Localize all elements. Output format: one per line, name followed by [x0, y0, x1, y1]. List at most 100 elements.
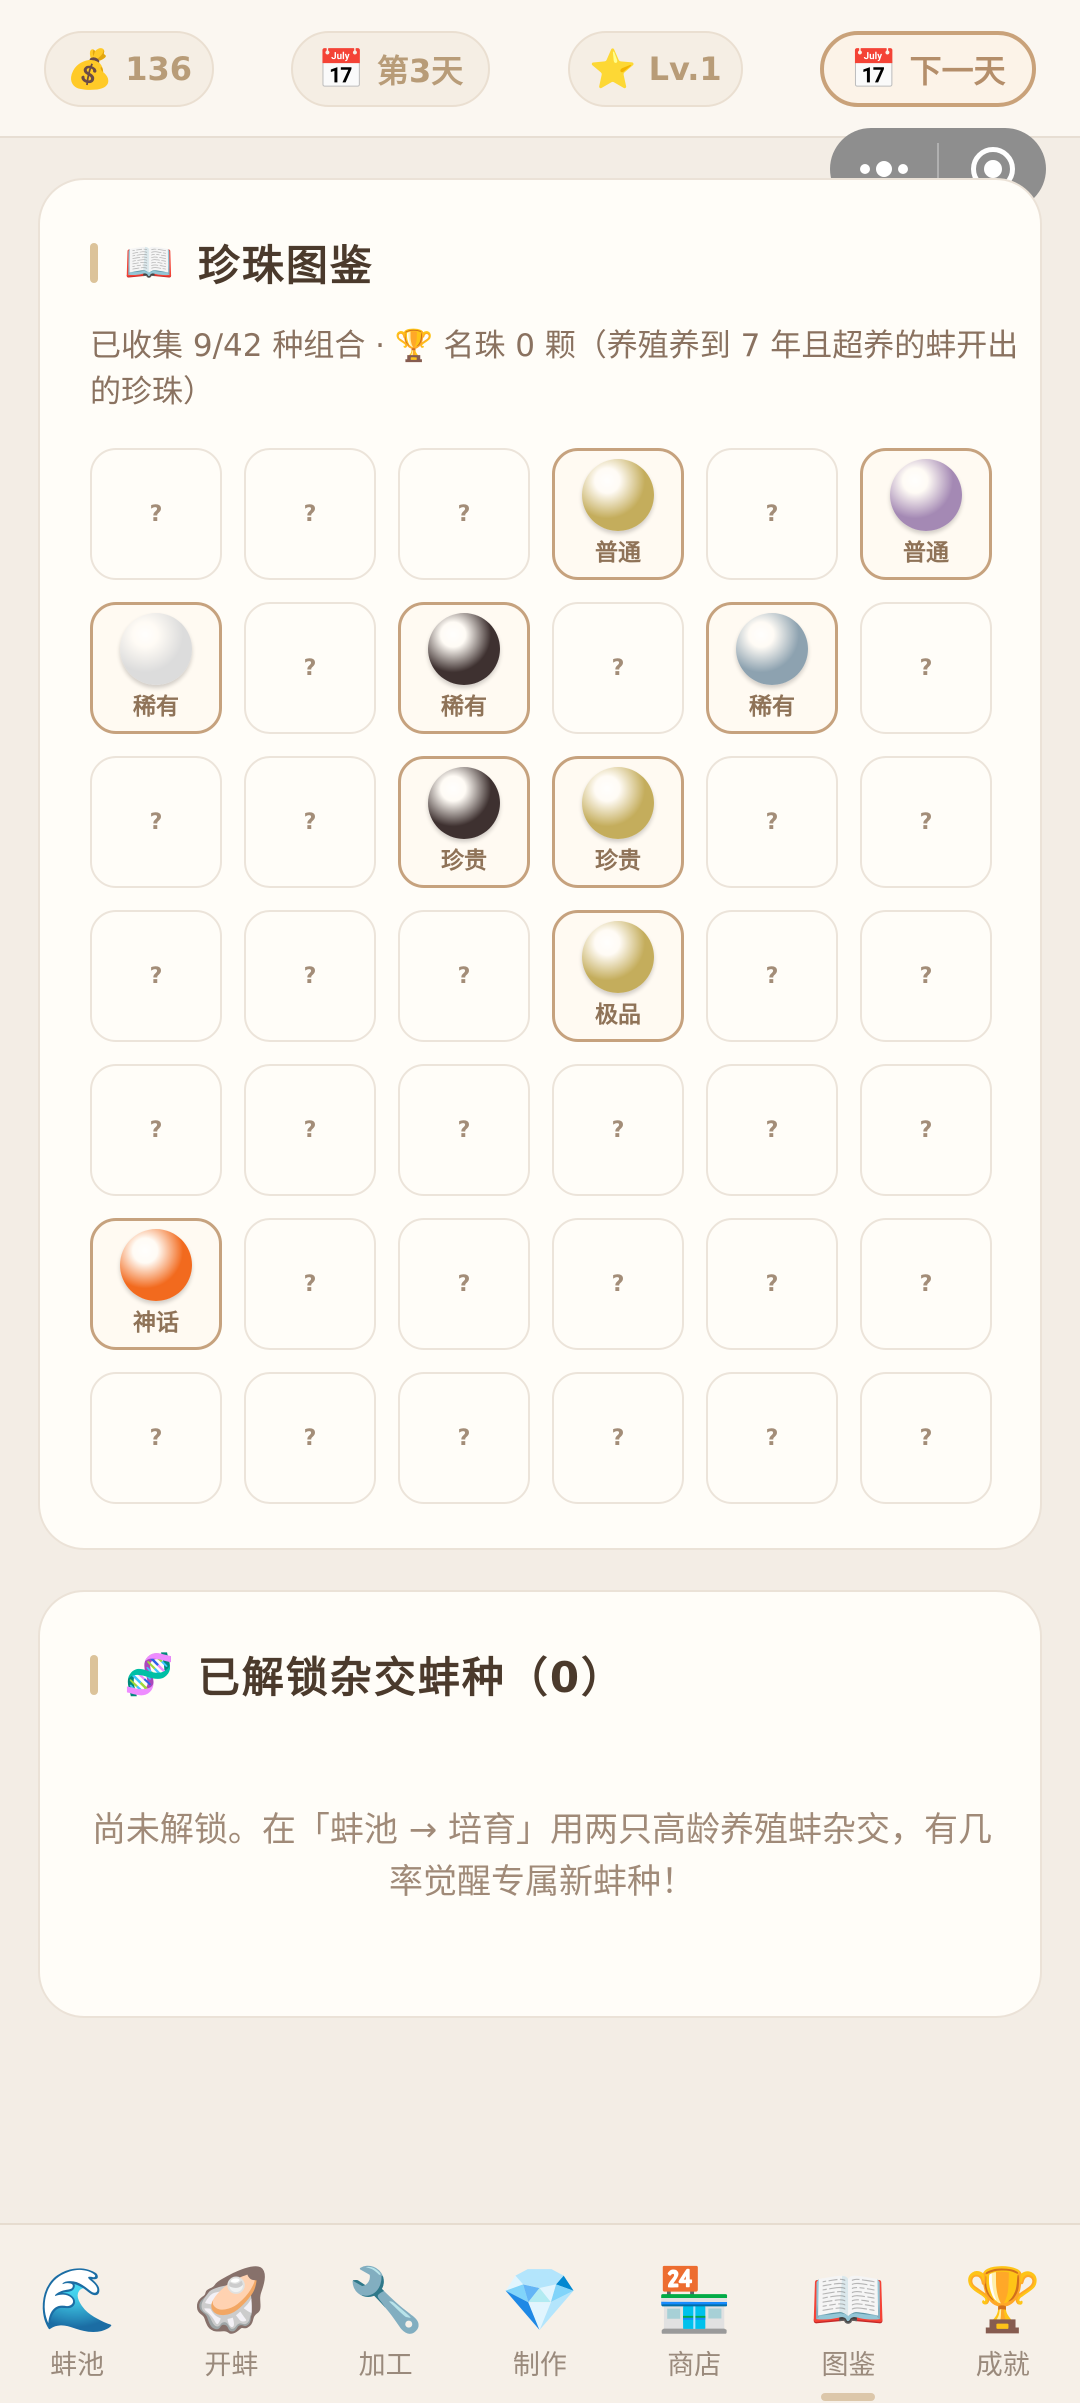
pearl-cell-unknown[interactable]: ? [90, 910, 222, 1042]
pearl-cell-unknown[interactable]: ? [552, 1218, 684, 1350]
level-value: Lv.1 [648, 50, 722, 88]
pearl-cell-unknown[interactable]: ? [90, 1372, 222, 1504]
pearl-cell-unknown[interactable]: ? [244, 602, 376, 734]
pearl-grade-label: 普通 [595, 540, 641, 566]
open-icon: 🦪 [192, 2263, 270, 2336]
unknown-mark: ? [149, 963, 163, 989]
pearl-cell-collected[interactable]: 稀有 [706, 602, 838, 734]
pearl-cell-unknown[interactable]: ? [552, 602, 684, 734]
unknown-mark: ? [149, 1425, 163, 1451]
unknown-mark: ? [765, 1117, 779, 1143]
nav-label: 开蚌 [204, 2350, 259, 2381]
pearl-cell-unknown[interactable]: ? [90, 756, 222, 888]
pearl-grade-label: 普通 [903, 540, 949, 566]
pearl-cell-unknown[interactable]: ? [398, 1218, 530, 1350]
pearl-book-title: 📖 珍珠图鉴 [90, 232, 374, 293]
hybrid-empty-message: 尚未解锁。在「蚌池 → 培育」用两只高龄养殖蚌杂交，有几率觉醒专属新蚌种！ [91, 1810, 993, 1902]
nav-item-achievements[interactable]: 🏆 成就 [926, 2225, 1080, 2403]
pearl-icon [736, 613, 808, 685]
unknown-mark: ? [765, 1425, 779, 1451]
pearl-cell-unknown[interactable]: ? [706, 1064, 838, 1196]
pearl-cell-unknown[interactable]: ? [860, 1064, 992, 1196]
pearl-grade-label: 稀有 [133, 694, 179, 720]
nav-item-shop[interactable]: 🏪 商店 [617, 2225, 771, 2403]
dna-icon: 🧬 [124, 1652, 176, 1698]
pearl-cell-unknown[interactable]: ? [398, 910, 530, 1042]
pearl-cell-unknown[interactable]: ? [860, 602, 992, 734]
pearl-cell-unknown[interactable]: ? [398, 1372, 530, 1504]
hybrid-title: 🧬 已解锁杂交蚌种（0） [90, 1644, 625, 1705]
pearl-cell-unknown[interactable]: ? [90, 1064, 222, 1196]
unknown-mark: ? [457, 1425, 471, 1451]
pearl-cell-collected[interactable]: 珍贵 [552, 756, 684, 888]
pearl-cell-unknown[interactable]: ? [706, 1372, 838, 1504]
pearl-book-card: 📖 珍珠图鉴 已收集 9/42 种组合 · 🏆 名珠 0 颗（养殖养到 7 年且… [38, 178, 1042, 1550]
nav-label: 成就 [975, 2350, 1030, 2381]
pearl-icon [428, 767, 500, 839]
pearl-cell-unknown[interactable]: ? [244, 1064, 376, 1196]
pearl-grade-label: 稀有 [749, 694, 795, 720]
pearl-cell-collected[interactable]: 普通 [860, 448, 992, 580]
achievements-icon: 🏆 [964, 2263, 1042, 2336]
unknown-mark: ? [457, 1271, 471, 1297]
unknown-mark: ? [765, 1271, 779, 1297]
unknown-mark: ? [765, 501, 779, 527]
unknown-mark: ? [303, 501, 317, 527]
top-bar: 💰 136 📅 第3天 ⭐ Lv.1 📅 下一天 [0, 0, 1080, 138]
pearl-cell-unknown[interactable]: ? [244, 756, 376, 888]
pearl-cell-unknown[interactable]: ? [244, 1218, 376, 1350]
nav-item-open[interactable]: 🦪 开蚌 [154, 2225, 308, 2403]
pearl-cell-unknown[interactable]: ? [244, 910, 376, 1042]
nav-label: 加工 [358, 2350, 413, 2381]
pearl-cell-collected[interactable]: 极品 [552, 910, 684, 1042]
pearl-cell-unknown[interactable]: ? [90, 448, 222, 580]
calendar-icon: 📅 [850, 46, 898, 91]
pearl-cell-unknown[interactable]: ? [860, 756, 992, 888]
bottom-nav: 🌊 蚌池 🦪 开蚌 🔧 加工 💎 制作 🏪 商店 📖 图鉴 🏆 成就 [0, 2223, 1080, 2403]
pearl-cell-unknown[interactable]: ? [244, 1372, 376, 1504]
pearl-icon [428, 613, 500, 685]
nav-item-process[interactable]: 🔧 加工 [309, 2225, 463, 2403]
pearl-cell-unknown[interactable]: ? [398, 448, 530, 580]
next-day-button[interactable]: 📅 下一天 [820, 31, 1036, 107]
process-icon: 🔧 [347, 2263, 425, 2336]
unknown-mark: ? [303, 1271, 317, 1297]
pearl-cell-unknown[interactable]: ? [860, 1218, 992, 1350]
active-tab-indicator [821, 2393, 876, 2401]
pearl-cell-collected[interactable]: 珍贵 [398, 756, 530, 888]
nav-item-pond[interactable]: 🌊 蚌池 [0, 2225, 154, 2403]
pearl-cell-collected[interactable]: 稀有 [90, 602, 222, 734]
pearl-cell-unknown[interactable]: ? [552, 1064, 684, 1196]
pond-icon: 🌊 [38, 2263, 116, 2336]
pearl-cell-unknown[interactable]: ? [706, 448, 838, 580]
pearl-cell-unknown[interactable]: ? [552, 1372, 684, 1504]
pearl-cell-unknown[interactable]: ? [244, 448, 376, 580]
unknown-mark: ? [611, 1271, 625, 1297]
pearl-cell-unknown[interactable]: ? [706, 1218, 838, 1350]
unknown-mark: ? [303, 963, 317, 989]
unknown-mark: ? [765, 963, 779, 989]
pearl-cell-collected[interactable]: 神话 [90, 1218, 222, 1350]
level-chip: ⭐ Lv.1 [568, 31, 743, 107]
nav-label: 蚌池 [50, 2350, 105, 2381]
pearl-cell-unknown[interactable]: ? [706, 756, 838, 888]
unknown-mark: ? [149, 501, 163, 527]
pearl-icon [120, 613, 192, 685]
unknown-mark: ? [303, 655, 317, 681]
pearl-grade-label: 神话 [133, 1310, 179, 1336]
unknown-mark: ? [303, 809, 317, 835]
pearl-grade-label: 珍贵 [441, 848, 487, 874]
book-icon: 📖 [124, 240, 176, 286]
day-value: 第3天 [377, 52, 464, 90]
pearl-cell-unknown[interactable]: ? [860, 910, 992, 1042]
nav-item-book[interactable]: 📖 图鉴 [771, 2225, 925, 2403]
pearl-grade-label: 珍贵 [595, 848, 641, 874]
nav-item-craft[interactable]: 💎 制作 [463, 2225, 617, 2403]
pearl-icon [120, 1229, 192, 1301]
pearl-cell-unknown[interactable]: ? [706, 910, 838, 1042]
pearl-cell-unknown[interactable]: ? [860, 1372, 992, 1504]
star-icon: ⭐ [589, 46, 637, 91]
pearl-cell-collected[interactable]: 稀有 [398, 602, 530, 734]
pearl-cell-unknown[interactable]: ? [398, 1064, 530, 1196]
pearl-cell-collected[interactable]: 普通 [552, 448, 684, 580]
